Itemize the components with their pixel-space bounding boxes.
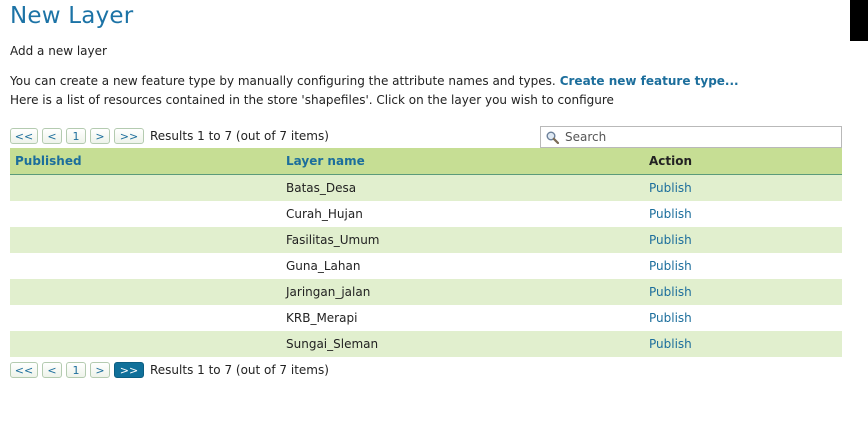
- table-row: Batas_Desa Publish: [10, 175, 842, 201]
- table-row: Jaringan_jalan Publish: [10, 279, 842, 305]
- publish-link[interactable]: Publish: [649, 181, 692, 195]
- description-line-1: You can create a new feature type by man…: [10, 74, 739, 88]
- search-input[interactable]: [565, 129, 835, 145]
- prev-page-button[interactable]: <: [42, 128, 62, 144]
- page-title: New Layer: [10, 3, 134, 29]
- table-row: Guna_Lahan Publish: [10, 253, 842, 279]
- description-text: You can create a new feature type by man…: [10, 74, 556, 88]
- next-page-button[interactable]: >: [90, 362, 110, 378]
- create-feature-type-link[interactable]: Create new feature type...: [560, 74, 739, 88]
- publish-link[interactable]: Publish: [649, 337, 692, 351]
- publish-link[interactable]: Publish: [649, 207, 692, 221]
- results-count: Results 1 to 7 (out of 7 items): [150, 129, 329, 143]
- table-row: Fasilitas_Umum Publish: [10, 227, 842, 253]
- table-row: Sungai_Sleman Publish: [10, 331, 842, 357]
- page-1-button[interactable]: 1: [66, 362, 86, 378]
- layer-name-cell: KRB_Merapi: [286, 311, 358, 325]
- last-page-button[interactable]: >>: [114, 362, 144, 378]
- layer-name-cell: Fasilitas_Umum: [286, 233, 380, 247]
- search-box: [540, 126, 842, 148]
- window-edge: [850, 0, 868, 41]
- column-header-action: Action: [649, 154, 693, 168]
- publish-link[interactable]: Publish: [649, 259, 692, 273]
- table-row: KRB_Merapi Publish: [10, 305, 842, 331]
- layer-name-cell: Curah_Hujan: [286, 207, 363, 221]
- publish-link[interactable]: Publish: [649, 285, 692, 299]
- first-page-button[interactable]: <<: [10, 128, 38, 144]
- layers-table: Published Layer name Action Batas_Desa P…: [10, 148, 842, 357]
- column-header-layer-name[interactable]: Layer name: [286, 154, 365, 168]
- first-page-button[interactable]: <<: [10, 362, 38, 378]
- results-count: Results 1 to 7 (out of 7 items): [150, 363, 329, 377]
- column-header-published[interactable]: Published: [15, 154, 82, 168]
- table-header: Published Layer name Action: [10, 148, 842, 175]
- last-page-button[interactable]: >>: [114, 128, 144, 144]
- table-row: Curah_Hujan Publish: [10, 201, 842, 227]
- layer-name-cell: Jaringan_jalan: [286, 285, 371, 299]
- layer-name-cell: Guna_Lahan: [286, 259, 361, 273]
- search-icon: [546, 131, 559, 144]
- next-page-button[interactable]: >: [90, 128, 110, 144]
- description-line-2: Here is a list of resources contained in…: [10, 93, 614, 107]
- publish-link[interactable]: Publish: [649, 233, 692, 247]
- pager-top: << < 1 > >> Results 1 to 7 (out of 7 ite…: [10, 127, 329, 145]
- prev-page-button[interactable]: <: [42, 362, 62, 378]
- pager-bottom: << < 1 > >> Results 1 to 7 (out of 7 ite…: [10, 361, 329, 379]
- layer-name-cell: Sungai_Sleman: [286, 337, 379, 351]
- page-1-button[interactable]: 1: [66, 128, 86, 144]
- layer-name-cell: Batas_Desa: [286, 181, 357, 195]
- page-subtitle: Add a new layer: [10, 44, 107, 58]
- publish-link[interactable]: Publish: [649, 311, 692, 325]
